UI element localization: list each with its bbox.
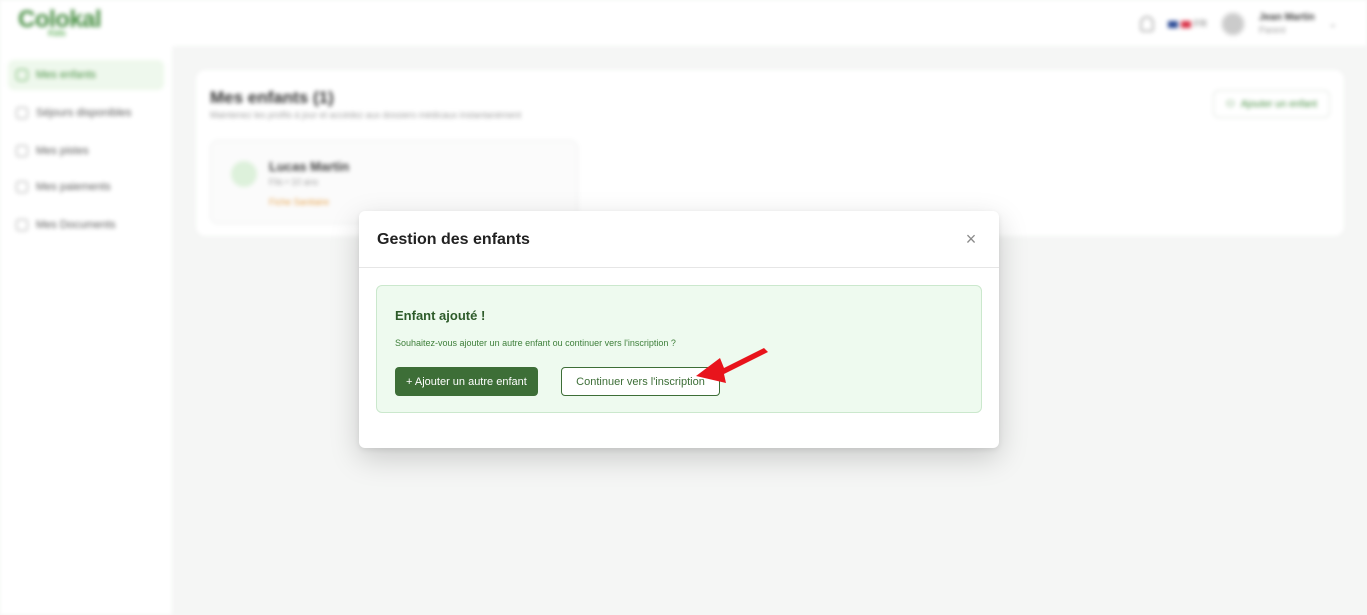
annotation-arrow-icon bbox=[696, 348, 768, 383]
success-message: Souhaitez-vous ajouter un autre enfant o… bbox=[395, 338, 676, 348]
success-title: Enfant ajouté ! bbox=[395, 308, 486, 323]
success-panel: Enfant ajouté ! Souhaitez-vous ajouter u… bbox=[376, 285, 982, 413]
arrow-shape bbox=[696, 348, 768, 383]
manage-children-modal: Gestion des enfants × Enfant ajouté ! So… bbox=[359, 211, 999, 448]
close-icon[interactable]: × bbox=[961, 229, 981, 249]
modal-title: Gestion des enfants bbox=[377, 231, 530, 248]
modal-header: Gestion des enfants × bbox=[359, 211, 999, 268]
add-another-child-button[interactable]: + Ajouter un autre enfant bbox=[395, 367, 538, 396]
